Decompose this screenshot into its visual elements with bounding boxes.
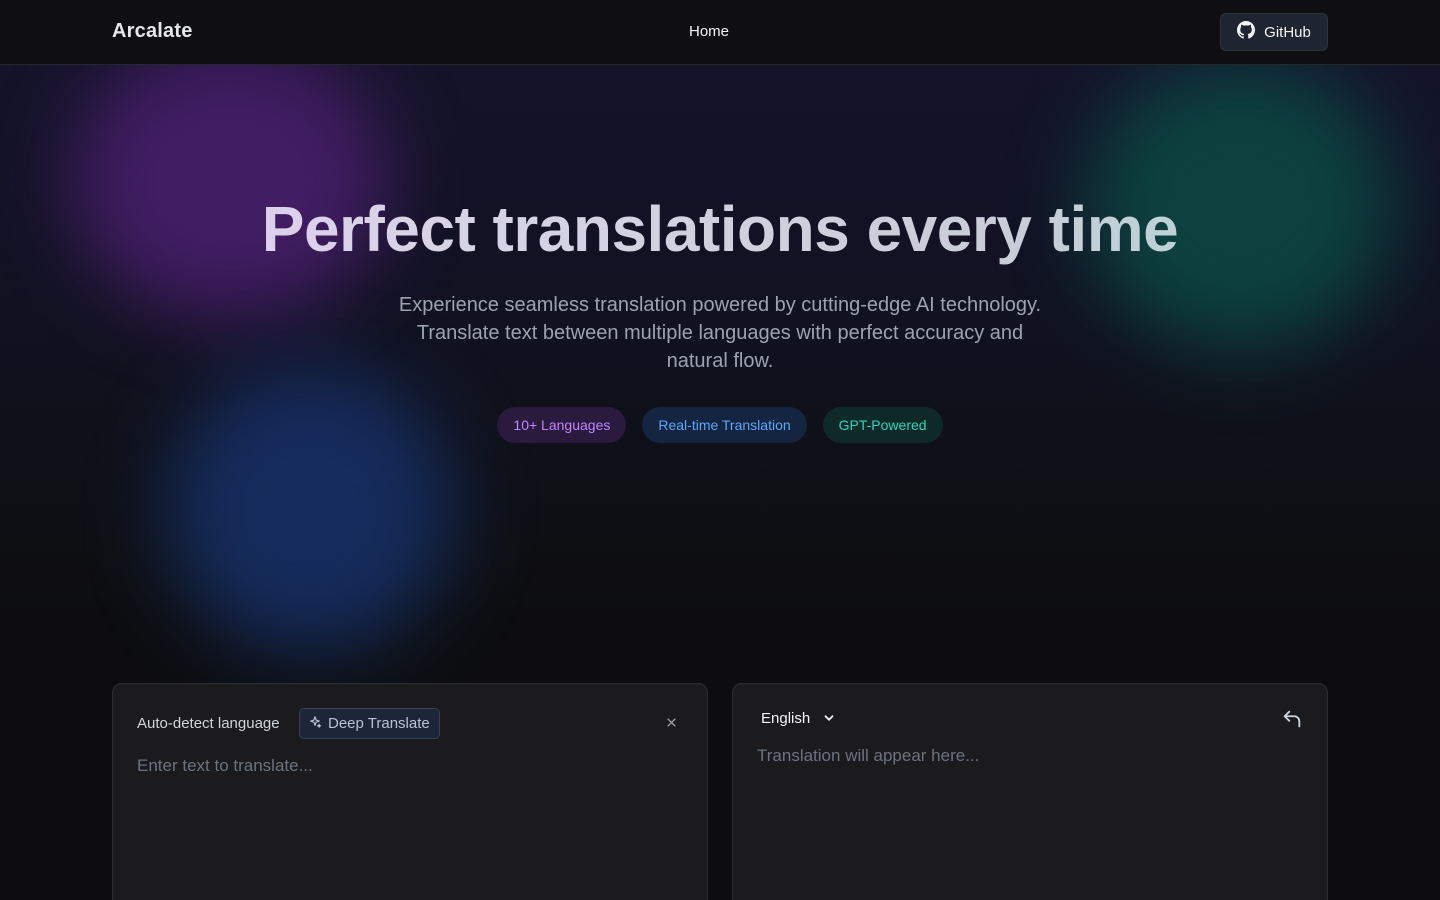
github-icon <box>1237 21 1256 43</box>
badge-languages: 10+ Languages <box>497 407 627 443</box>
badge-realtime: Real-time Translation <box>642 407 807 443</box>
page: Arcalate Home GitHub Perfect translation… <box>0 0 1440 900</box>
feature-badges: 10+ Languages Real-time Translation GPT-… <box>0 407 1440 443</box>
purple-glow <box>70 40 390 320</box>
source-text-input[interactable] <box>137 756 685 896</box>
badge-gpt: GPT-Powered <box>822 407 943 443</box>
chevron-down-icon <box>824 710 834 727</box>
github-button[interactable]: GitHub <box>1220 13 1328 51</box>
hero-subtitle: Experience seamless translation powered … <box>398 294 1042 372</box>
brand-logo[interactable]: Arcalate <box>112 20 193 43</box>
undo-arrow-icon[interactable] <box>1281 708 1303 730</box>
target-panel: English Translation will appear here... <box>732 683 1328 900</box>
top-navbar: Arcalate Home GitHub <box>0 0 1440 65</box>
deep-translate-button[interactable]: Deep Translate <box>299 708 440 739</box>
nav-home-link[interactable]: Home <box>689 23 729 40</box>
github-label: GitHub <box>1264 23 1311 41</box>
translation-output: Translation will appear here... <box>757 746 980 765</box>
close-icon[interactable] <box>663 714 679 730</box>
target-language-value: English <box>761 710 811 727</box>
target-language-select[interactable]: English <box>757 708 838 729</box>
sparkles-icon <box>308 715 322 733</box>
deep-translate-label: Deep Translate <box>328 715 430 732</box>
hero-title: Perfect translations every time <box>0 192 1440 266</box>
source-panel: Auto-detect language Deep Translate <box>112 683 708 900</box>
source-language-label[interactable]: Auto-detect language <box>137 715 280 732</box>
